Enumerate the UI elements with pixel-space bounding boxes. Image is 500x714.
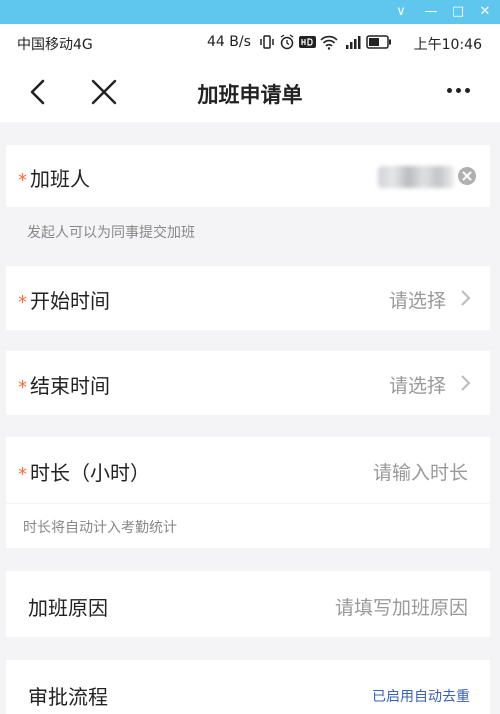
start-time-placeholder: 请选择 xyxy=(388,290,446,312)
chevron-right-icon xyxy=(461,375,471,391)
minimize-to-tray-button[interactable]: ∨ xyxy=(386,0,416,24)
close-window-button[interactable]: ✕ xyxy=(470,0,500,24)
minimize-button[interactable]: — xyxy=(416,0,446,24)
reason-input[interactable]: 请填写加班原因 xyxy=(335,593,468,620)
more-icon[interactable] xyxy=(447,88,470,93)
applicant-row[interactable]: * 加班人 xyxy=(6,145,490,207)
page-title: 加班申请单 xyxy=(197,83,303,107)
required-mark: * xyxy=(18,464,27,485)
applicant-avatar xyxy=(378,166,454,188)
clear-icon[interactable] xyxy=(457,166,477,186)
required-mark: * xyxy=(18,377,27,398)
duration-hint: 时长将自动计入考勤统计 xyxy=(23,520,177,536)
reason-row[interactable]: 加班原因 请填写加班原因 xyxy=(6,571,490,637)
end-time-label: 结束时间 xyxy=(30,374,110,398)
duration-input[interactable]: 请输入时长 xyxy=(373,458,468,485)
vibrate-icon xyxy=(260,35,274,49)
approval-label: 审批流程 xyxy=(28,685,108,709)
alarm-icon xyxy=(280,34,294,50)
status-bar: 中国移动4G 44 B/s 上午10:46 xyxy=(0,24,500,62)
network-speed: 44 B/s xyxy=(207,34,251,50)
applicant-label: 加班人 xyxy=(30,167,90,191)
end-time-row[interactable]: * 结束时间 请选择 xyxy=(6,351,490,415)
chevron-right-icon xyxy=(461,290,471,306)
auto-dedupe-link[interactable]: 已启用自动去重 xyxy=(372,686,470,706)
start-time-label: 开始时间 xyxy=(30,289,110,313)
clock: 上午10:46 xyxy=(413,37,482,53)
approval-row: 审批流程 已启用自动去重 xyxy=(6,660,490,714)
applicant-hint: 发起人可以为同事提交加班 xyxy=(27,225,195,241)
wifi-icon xyxy=(320,35,338,50)
signal-icon xyxy=(346,36,361,49)
required-mark: * xyxy=(18,170,27,191)
maximize-button[interactable]: □ xyxy=(443,0,473,24)
required-mark: * xyxy=(18,292,27,313)
reason-label: 加班原因 xyxy=(28,596,108,620)
duration-label: 时长（小时） xyxy=(30,461,150,485)
status-icons xyxy=(259,32,392,52)
carrier-label: 中国移动4G xyxy=(17,37,93,53)
nav-bar: 加班申请单 xyxy=(0,62,500,122)
start-time-row[interactable]: * 开始时间 请选择 xyxy=(6,266,490,330)
duration-row[interactable]: * 时长（小时） 请输入时长 xyxy=(6,437,490,503)
end-time-placeholder: 请选择 xyxy=(388,375,446,397)
window-titlebar: ∨ — □ ✕ xyxy=(0,0,500,24)
duration-hint-card: 时长将自动计入考勤统计 xyxy=(6,504,490,548)
hd-icon xyxy=(299,36,316,48)
battery-icon xyxy=(366,35,391,49)
